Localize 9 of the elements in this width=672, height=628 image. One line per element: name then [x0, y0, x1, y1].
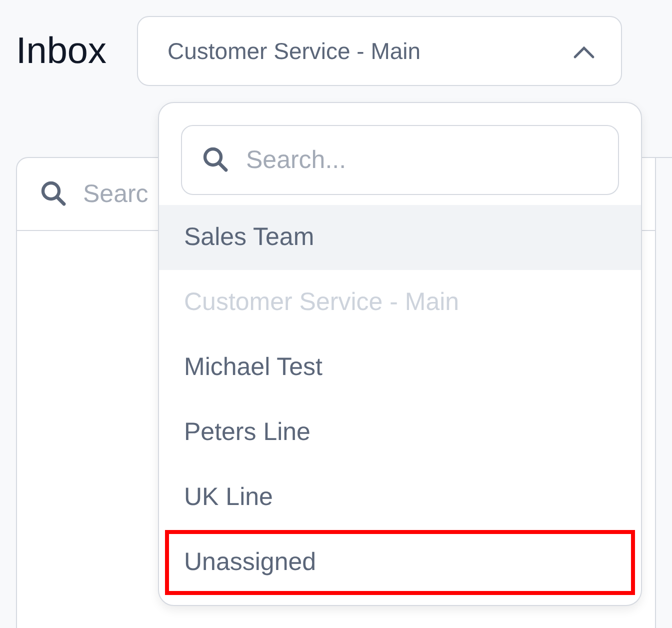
dropdown-option[interactable]: Michael Test	[159, 335, 641, 400]
dropdown-option[interactable]: UK Line	[159, 465, 641, 530]
page-title: Inbox	[16, 30, 107, 72]
chevron-up-icon	[572, 44, 595, 58]
inbox-select[interactable]: Customer Service - Main	[136, 16, 622, 86]
dropdown-option[interactable]: Peters Line	[159, 400, 641, 465]
search-field[interactable]: Search...	[181, 125, 619, 195]
dropdown-option[interactable]: Unassigned	[165, 530, 635, 595]
dropdown-option[interactable]: Sales Team	[159, 205, 641, 270]
